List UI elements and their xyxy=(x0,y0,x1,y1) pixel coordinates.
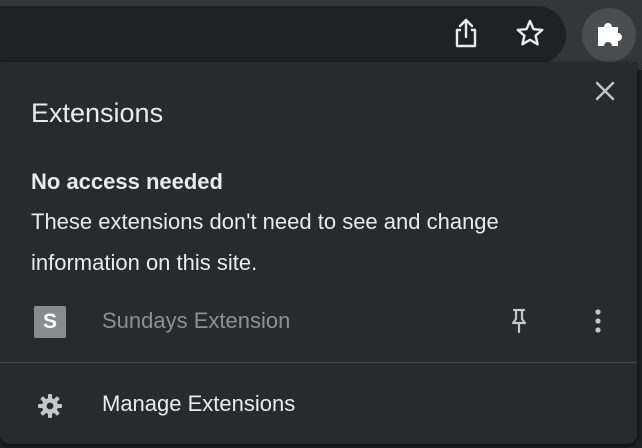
manage-extensions-label: Manage Extensions xyxy=(102,391,296,416)
gear-icon xyxy=(36,392,64,420)
star-icon xyxy=(515,18,545,53)
pin-icon xyxy=(509,308,529,339)
puzzle-icon xyxy=(593,17,625,54)
extensions-menu-button[interactable] xyxy=(582,8,636,62)
extension-item[interactable]: S Sundays Extension xyxy=(0,298,637,348)
close-icon xyxy=(595,81,615,106)
extension-name: Sundays Extension xyxy=(102,308,291,333)
close-button[interactable] xyxy=(590,78,620,108)
share-icon xyxy=(453,18,479,53)
extension-favicon: S xyxy=(34,306,66,338)
section-heading: No access needed xyxy=(31,169,223,194)
manage-extensions-item[interactable]: Manage Extensions xyxy=(0,380,637,430)
section-description: These extensions don't need to see and c… xyxy=(31,209,499,275)
extensions-popup: Extensions No access needed These extens… xyxy=(0,62,637,444)
pin-extension-button[interactable] xyxy=(505,308,533,338)
extension-more-button[interactable] xyxy=(584,308,612,338)
panel-title: Extensions xyxy=(31,98,164,128)
share-button[interactable] xyxy=(447,16,485,54)
more-vert-icon xyxy=(594,308,602,339)
bookmark-star-button[interactable] xyxy=(511,16,549,54)
browser-toolbar xyxy=(0,0,642,70)
divider xyxy=(0,362,637,363)
